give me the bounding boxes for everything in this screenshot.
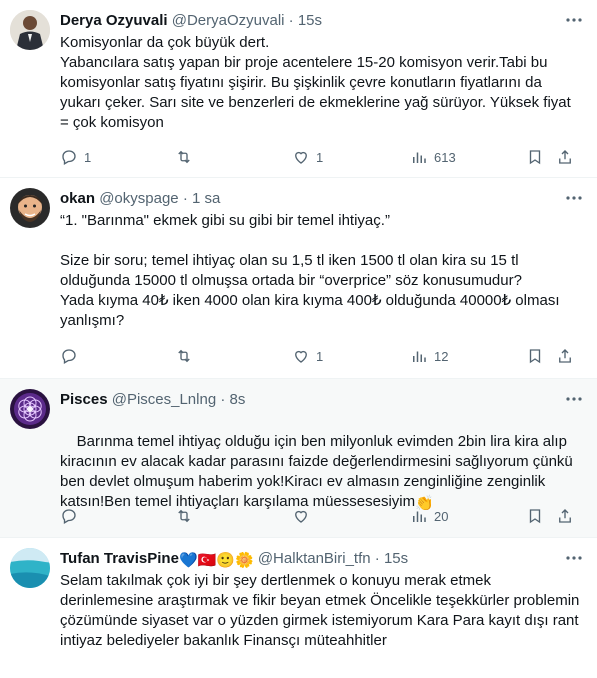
bookmark-button[interactable] [526, 506, 544, 526]
views-button[interactable]: 613 [410, 147, 456, 167]
avatar[interactable] [10, 188, 50, 228]
author-handle[interactable]: @HalktanBiri_tfn [258, 550, 371, 567]
more-options-icon[interactable] [563, 190, 585, 206]
tweet-actions: 1 12 [60, 346, 580, 366]
author-name[interactable]: Tufan TravisPine [60, 550, 179, 567]
views-button[interactable]: 12 [410, 346, 448, 366]
tweet-header: Derya Ozyuvali @DeryaOzyuvali · 15s [60, 11, 322, 31]
tweet-text: Barınma temel ihtiyaç olduğu için ben mi… [60, 433, 577, 510]
author-handle[interactable]: @Pisces_Lnlng [112, 391, 216, 408]
tweet-actions: 1 1 613 [60, 147, 580, 167]
bar-chart-icon [413, 511, 426, 522]
bookmark-icon [529, 150, 541, 165]
author-handle[interactable]: @DeryaOzyuvali [172, 12, 285, 29]
reply-icon [62, 509, 76, 524]
tweet-time[interactable]: 15s [298, 12, 322, 29]
reply-count: 1 [84, 149, 92, 165]
share-button[interactable] [556, 147, 574, 167]
heart-icon [295, 350, 307, 363]
retweet-icon [178, 349, 190, 363]
share-icon [559, 349, 571, 363]
bookmark-icon [529, 509, 541, 524]
author-handle[interactable]: @okyspage [99, 190, 178, 207]
separator-dot: · [288, 12, 294, 29]
tweet-time[interactable]: 8s [230, 391, 246, 408]
heart-icon [295, 510, 307, 523]
bookmark-button[interactable] [526, 346, 544, 366]
like-button[interactable]: 1 [292, 147, 323, 167]
tweet-1[interactable]: Derya Ozyuvali @DeryaOzyuvali · 15s Komi… [0, 0, 597, 178]
bookmark-button[interactable] [526, 147, 544, 167]
share-icon [559, 509, 571, 523]
share-icon [559, 150, 571, 164]
avatar[interactable] [10, 389, 50, 429]
separator-dot: · [182, 190, 188, 207]
heart-icon [295, 151, 307, 164]
more-options-icon[interactable] [563, 12, 585, 28]
bar-chart-icon [413, 351, 426, 362]
tweet-text: Komisyonlar da çok büyük dert. Yabancıla… [60, 34, 571, 131]
avatar[interactable] [10, 548, 50, 588]
reply-icon [62, 150, 76, 165]
bookmark-icon [529, 349, 541, 364]
view-count: 613 [434, 149, 456, 165]
retweet-button[interactable] [175, 346, 199, 366]
name-emojis: 💙🇹🇷🙂🌼 [178, 552, 254, 569]
retweet-button[interactable] [175, 147, 199, 167]
reply-button[interactable] [60, 346, 84, 366]
like-count: 1 [316, 348, 324, 364]
tweet-header: okan @okyspage · 1 sa [60, 189, 220, 209]
retweet-button[interactable] [175, 506, 199, 526]
separator-dot: · [374, 550, 380, 567]
author-name[interactable]: Derya Ozyuvali [60, 12, 168, 29]
share-button[interactable] [556, 346, 574, 366]
retweet-icon [178, 509, 190, 523]
tweet-time[interactable]: 15s [384, 550, 408, 567]
tweet-header: Tufan TravisPine💙🇹🇷🙂🌼 @HalktanBiri_tfn ·… [60, 549, 408, 571]
avatar[interactable] [10, 10, 50, 50]
tweet-text: “1. "Barınma" ekmek gibi su gibi bir tem… [60, 212, 560, 329]
retweet-icon [178, 150, 190, 164]
share-button[interactable] [556, 506, 574, 526]
reply-icon [62, 349, 76, 364]
more-options-icon[interactable] [563, 391, 585, 407]
views-button[interactable]: 20 [410, 506, 448, 526]
tweet-3[interactable]: Pisces @Pisces_Lnlng · 8s Barınma temel … [0, 379, 597, 538]
tweet-4[interactable]: Tufan TravisPine💙🇹🇷🙂🌼 @HalktanBiri_tfn ·… [0, 538, 597, 678]
reply-button[interactable]: 1 [60, 147, 91, 167]
more-options-icon[interactable] [563, 550, 585, 566]
reply-button[interactable] [60, 506, 84, 526]
separator-dot: · [220, 391, 226, 408]
bar-chart-icon [413, 152, 426, 163]
tweet-header: Pisces @Pisces_Lnlng · 8s [60, 390, 245, 410]
like-button[interactable] [292, 506, 316, 526]
tweet-actions: 20 [60, 506, 580, 526]
like-button[interactable]: 1 [292, 346, 323, 366]
like-count: 1 [316, 149, 324, 165]
tweet-time[interactable]: 1 sa [192, 190, 220, 207]
tweet-text: Selam takılmak çok iyi bir şey dertlenme… [60, 572, 584, 649]
view-count: 20 [434, 508, 449, 524]
author-name[interactable]: okan [60, 190, 95, 207]
author-name[interactable]: Pisces [60, 391, 108, 408]
view-count: 12 [434, 348, 449, 364]
tweet-2[interactable]: okan @okyspage · 1 sa “1. "Barınma" ekme… [0, 178, 597, 379]
